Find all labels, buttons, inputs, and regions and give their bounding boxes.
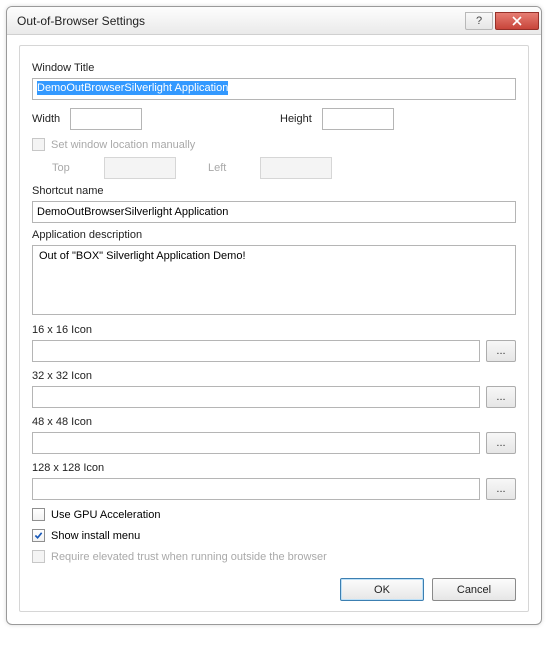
titlebar: Out-of-Browser Settings ?	[7, 7, 541, 35]
gpu-label: Use GPU Acceleration	[51, 509, 160, 521]
appdesc-input[interactable]: Out of "BOX" Silverlight Application Dem…	[32, 245, 516, 315]
checkbox-icon	[32, 550, 45, 563]
help-icon: ?	[476, 15, 482, 27]
checkbox-icon	[32, 529, 45, 542]
top-label: Top	[52, 162, 92, 174]
shortcut-input[interactable]	[32, 201, 516, 223]
icon48-input[interactable]	[32, 432, 480, 454]
help-button[interactable]: ?	[465, 12, 493, 30]
icon32-input[interactable]	[32, 386, 480, 408]
icon16-browse-button[interactable]: ...	[486, 340, 516, 362]
height-label: Height	[280, 113, 312, 125]
window-title-input[interactable]: DemoOutBrowserSilverlight Application	[32, 78, 516, 100]
dialog-window: Out-of-Browser Settings ? Window Title D…	[6, 6, 542, 625]
left-input	[260, 157, 332, 179]
gpu-checkbox[interactable]: Use GPU Acceleration	[32, 508, 516, 521]
icon128-browse-button[interactable]: ...	[486, 478, 516, 500]
set-location-checkbox[interactable]: Set window location manually	[32, 138, 516, 151]
install-checkbox[interactable]: Show install menu	[32, 529, 516, 542]
shortcut-label: Shortcut name	[32, 185, 516, 197]
settings-group: Window Title DemoOutBrowserSilverlight A…	[19, 45, 529, 612]
close-icon	[512, 16, 522, 26]
height-input[interactable]	[322, 108, 394, 130]
width-input[interactable]	[70, 108, 142, 130]
icon32-browse-button[interactable]: ...	[486, 386, 516, 408]
icon32-label: 32 x 32 Icon	[32, 370, 516, 382]
top-input	[104, 157, 176, 179]
titlebar-title: Out-of-Browser Settings	[17, 14, 463, 28]
cancel-button[interactable]: Cancel	[432, 578, 516, 601]
left-label: Left	[208, 162, 248, 174]
icon16-input[interactable]	[32, 340, 480, 362]
dialog-body: Window Title DemoOutBrowserSilverlight A…	[7, 35, 541, 624]
elevated-label: Require elevated trust when running outs…	[51, 551, 327, 563]
ok-button[interactable]: OK	[340, 578, 424, 601]
icon16-label: 16 x 16 Icon	[32, 324, 516, 336]
icon128-label: 128 x 128 Icon	[32, 462, 516, 474]
close-button[interactable]	[495, 12, 539, 30]
icon48-browse-button[interactable]: ...	[486, 432, 516, 454]
install-label: Show install menu	[51, 530, 140, 542]
elevated-checkbox[interactable]: Require elevated trust when running outs…	[32, 550, 516, 563]
checkmark-icon	[34, 531, 43, 540]
icon48-label: 48 x 48 Icon	[32, 416, 516, 428]
checkbox-icon	[32, 508, 45, 521]
icon128-input[interactable]	[32, 478, 480, 500]
width-label: Width	[32, 113, 60, 125]
appdesc-label: Application description	[32, 229, 516, 241]
checkbox-icon	[32, 138, 45, 151]
window-title-label: Window Title	[32, 62, 516, 74]
set-location-label: Set window location manually	[51, 139, 195, 151]
